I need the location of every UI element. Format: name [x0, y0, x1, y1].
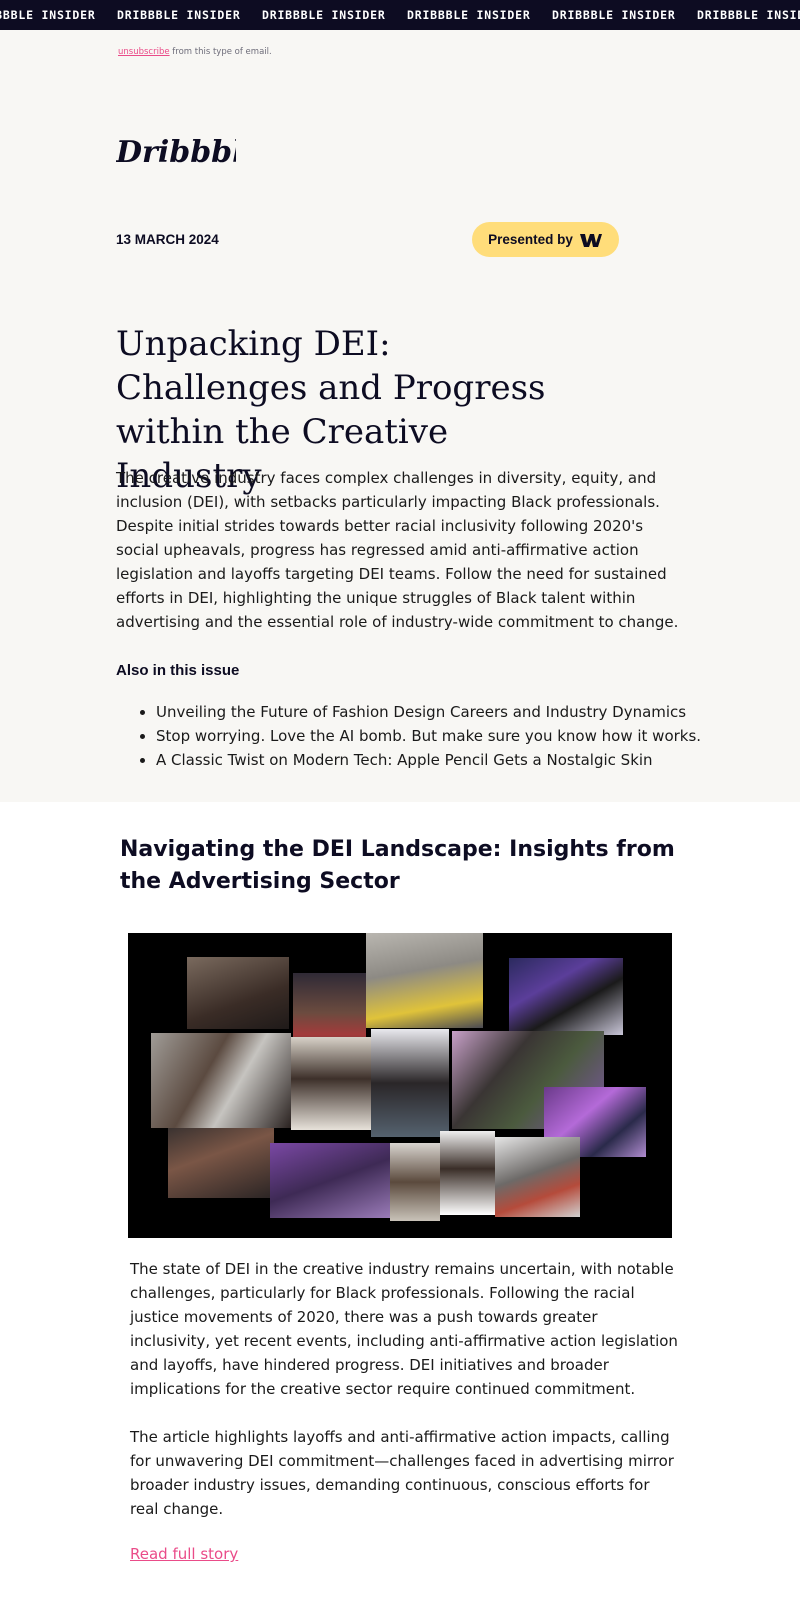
- also-in-issue-title: Also in this issue: [116, 662, 240, 679]
- ticker-item: DRIBBBLE INSIDER: [407, 8, 531, 22]
- also-item[interactable]: A Classic Twist on Modern Tech: Apple Pe…: [156, 748, 701, 772]
- ticker-item: DRIBBBLE INSIDER: [262, 8, 386, 22]
- photo-tile: [151, 1033, 291, 1128]
- ticker-item: DRIBBBLE INSIDER: [117, 8, 241, 22]
- article-hero-image[interactable]: [128, 933, 672, 1238]
- photo-tile: [366, 933, 483, 1028]
- photo-tile: [440, 1131, 495, 1215]
- logo-text: Dribbble: [116, 135, 236, 170]
- photo-tile: [390, 1143, 440, 1221]
- hero-intro: The creative industry faces complex chal…: [116, 469, 679, 631]
- read-full-story-link[interactable]: Read full story: [130, 1545, 238, 1563]
- unsubscribe-text: from this type of email.: [169, 47, 272, 57]
- article-paragraph-2: The article highlights layoffs and anti-…: [130, 1428, 674, 1518]
- dribbble-logo[interactable]: Dribbble: [116, 130, 236, 172]
- ticker-item: DRIBBBLE INSIDER: [552, 8, 676, 22]
- issue-date: 13 MARCH 2024: [116, 232, 219, 247]
- presented-by-label: Presented by: [488, 232, 573, 247]
- also-item[interactable]: Unveiling the Future of Fashion Design C…: [156, 700, 701, 724]
- photo-tile: [270, 1143, 390, 1218]
- unsubscribe-line: unsubscribe from this type of email.: [118, 47, 272, 57]
- article-paragraph-1: The state of DEI in the creative industr…: [130, 1260, 678, 1398]
- ticker-track: DRIBBBLE INSIDER DRIBBBLE INSIDER DRIBBBLE…: [0, 0, 800, 30]
- article-title: Navigating the DEI Landscape: Insights f…: [120, 837, 675, 894]
- photo-tile: [371, 1029, 449, 1137]
- presented-by-badge[interactable]: Presented by: [472, 222, 619, 257]
- photo-tile: [187, 957, 289, 1029]
- photo-tile: [495, 1137, 580, 1217]
- photo-tile: [509, 958, 623, 1035]
- ticker-item: DRIBBBLE INSIDER: [697, 8, 800, 22]
- ticker-item: DRIBBBLE INSIDER: [0, 8, 96, 22]
- ticker-bar: DRIBBBLE INSIDER DRIBBBLE INSIDER DRIBBBLE…: [0, 0, 800, 30]
- unsubscribe-link[interactable]: unsubscribe: [118, 47, 170, 57]
- photo-tile: [291, 1037, 371, 1130]
- also-in-issue-list: Unveiling the Future of Fashion Design C…: [116, 700, 701, 772]
- also-item[interactable]: Stop worrying. Love the AI bomb. But mak…: [156, 724, 701, 748]
- photo-tile: [168, 1128, 274, 1198]
- webflow-icon: [579, 233, 602, 247]
